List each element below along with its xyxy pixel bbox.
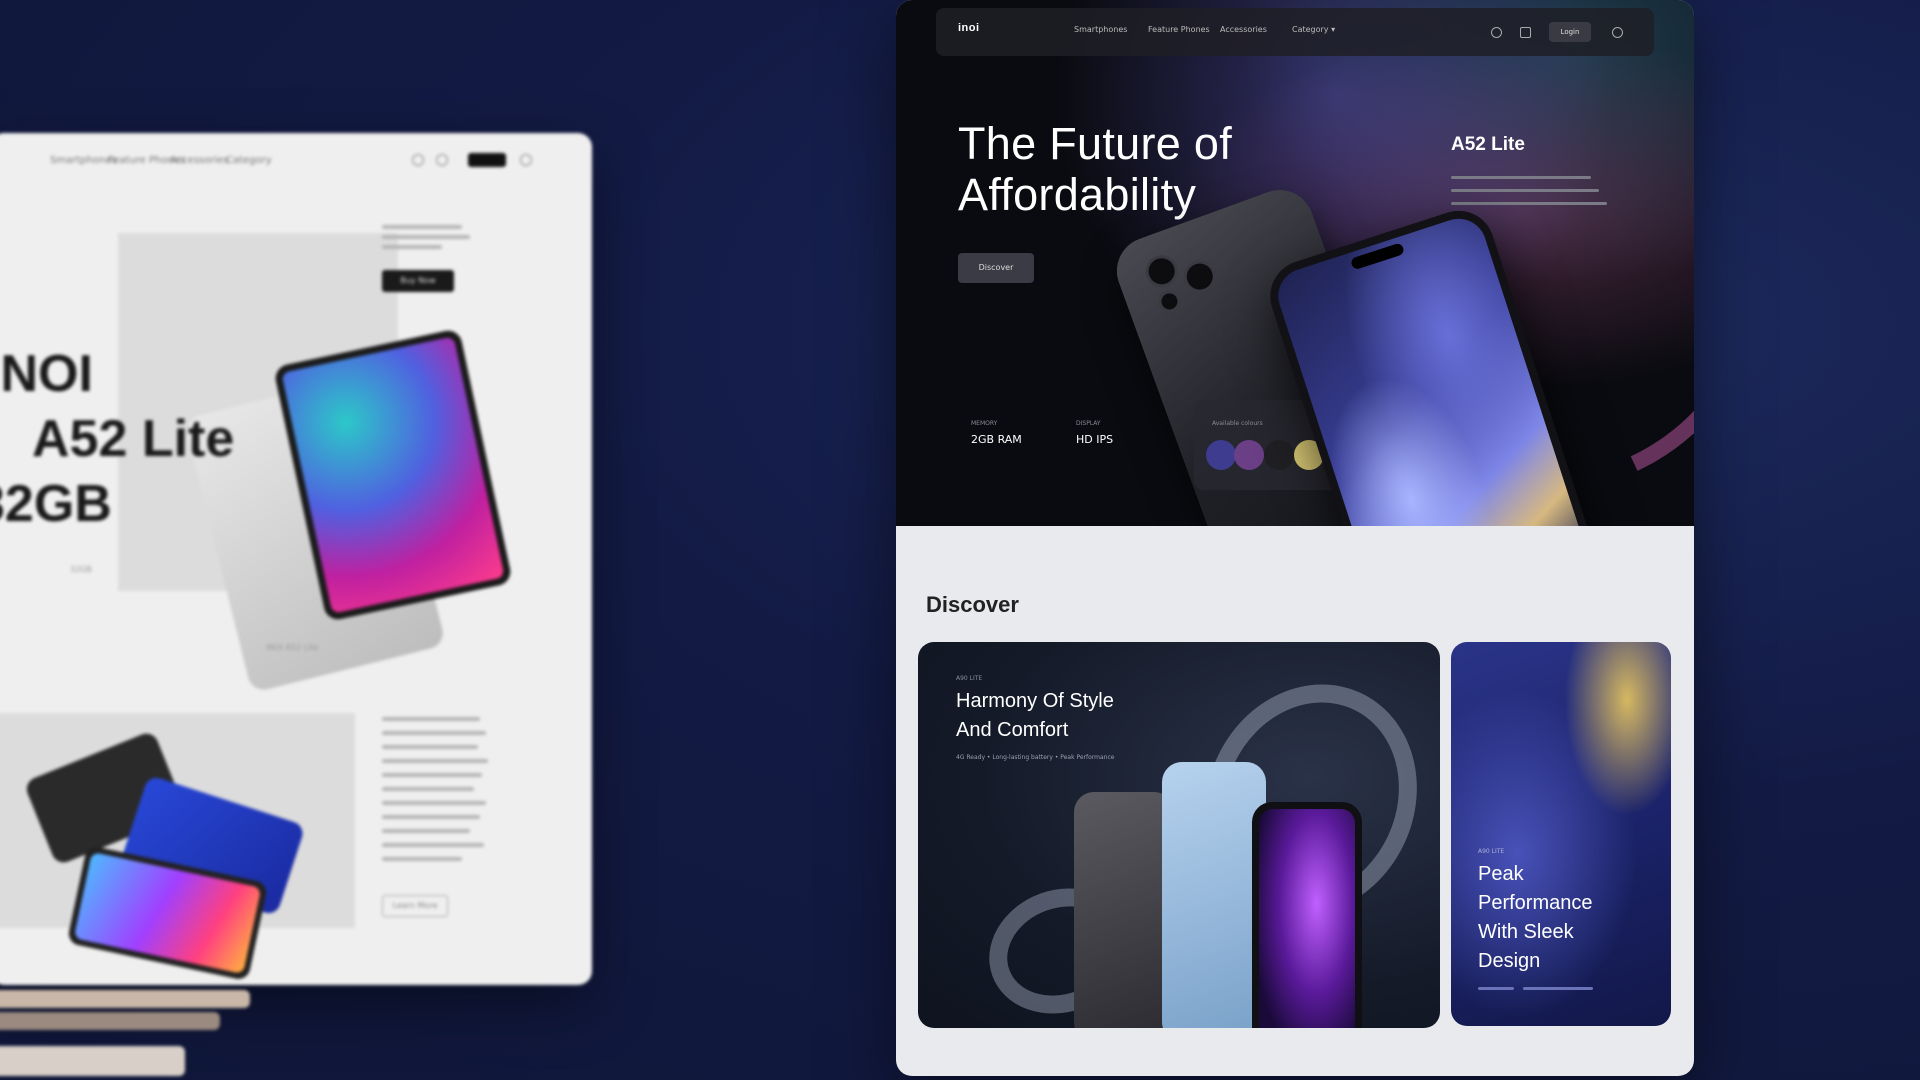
hero-title-line-2: Affordability [958,169,1197,221]
spec-memory: MEMORY 2GB RAM [971,420,1022,446]
cart-icon[interactable] [436,154,448,166]
user-icon[interactable] [520,154,532,166]
discover-heading: Discover [926,592,1019,617]
stacked-card-edge [0,1012,220,1030]
color-swatch[interactable] [1264,440,1294,470]
spec-label: DISPLAY [1076,420,1101,427]
card-tag: A90 LITE [956,675,983,682]
spec-display: DISPLAY HD IPS [1076,420,1113,446]
user-icon[interactable] [1612,27,1623,38]
left-title-line-3: 32GB [0,475,112,533]
search-icon[interactable] [412,154,424,166]
phone-galaxy-screen-image [1252,802,1362,1028]
nav-link-feature-phones[interactable]: Feature Phones [1148,25,1210,34]
color-swatch[interactable] [1206,440,1236,470]
hero-title-line-1: The Future of [958,118,1233,169]
model-name: A52 Lite [1451,134,1525,155]
card-subtitle: 4G Ready • Long-lasting battery • Peak P… [956,754,1115,761]
left-nav-item[interactable]: Smartphones [50,155,117,166]
phone-light-blue-image [1162,762,1266,1028]
left-nav-item[interactable]: Accessories [170,155,229,166]
spec-value: HD IPS [1076,433,1114,446]
left-nav-item[interactable]: Category [226,155,272,166]
spec-value: 2GB RAM [971,433,1022,446]
nav-link-accessories[interactable]: Accessories [1220,25,1267,34]
card-title-line: Peak [1478,863,1524,885]
card-title-line: Harmony Of Style [956,690,1114,712]
feature-card-harmony[interactable]: A90 LITE Harmony Of Style And Comfort 4G… [918,642,1440,1028]
nav-link-category[interactable]: Category ▾ [1292,25,1335,34]
nav-link-smartphones[interactable]: Smartphones [1074,25,1127,34]
left-product-page: Smartphones Feature Phones Accessories C… [0,133,592,985]
left-title-line-1: INOI [0,345,93,403]
phone-gray-image [1074,792,1174,1028]
stacked-card-edge [0,1046,185,1076]
card-title-line: Performance [1478,892,1593,914]
login-button[interactable]: Login [1549,22,1591,42]
search-icon[interactable] [1491,27,1502,38]
left-login-button[interactable] [468,153,506,167]
card-title: Harmony Of Style And Comfort [956,687,1114,745]
learn-more-button[interactable]: Learn More [382,895,448,917]
tablet-price: 32GB [70,565,92,574]
card-tag: A90 LITE [1478,848,1505,855]
tablet-caption: INOI A52 Lite [266,643,319,652]
hero-section: inoi Smartphones Feature Phones Accessor… [896,0,1694,526]
right-product-page: inoi Smartphones Feature Phones Accessor… [896,0,1694,1076]
card-title-line: And Comfort [956,719,1069,741]
color-picker-label: Available colours [1212,420,1263,427]
stacked-card-edge [0,990,250,1008]
left-navbar: Smartphones Feature Phones Accessories C… [0,147,592,175]
hero-title: The Future of Affordability [958,118,1232,221]
card-title-line: Design [1478,950,1541,972]
discover-button[interactable]: Discover [958,253,1034,283]
buy-now-button[interactable]: Buy Now [382,270,454,292]
cart-icon[interactable] [1520,27,1531,38]
left-title-line-2: A52 Lite [32,410,235,468]
spec-label: MEMORY [971,420,998,427]
color-swatch[interactable] [1234,440,1264,470]
brand-logo[interactable]: inoi [958,22,980,34]
card-title: Peak Performance With Sleek Design [1478,860,1593,976]
card-title-line: With Sleek [1478,921,1574,943]
feature-card-performance[interactable]: A90 LITE Peak Performance With Sleek Des… [1451,642,1671,1026]
top-navbar: inoi Smartphones Feature Phones Accessor… [936,8,1654,56]
